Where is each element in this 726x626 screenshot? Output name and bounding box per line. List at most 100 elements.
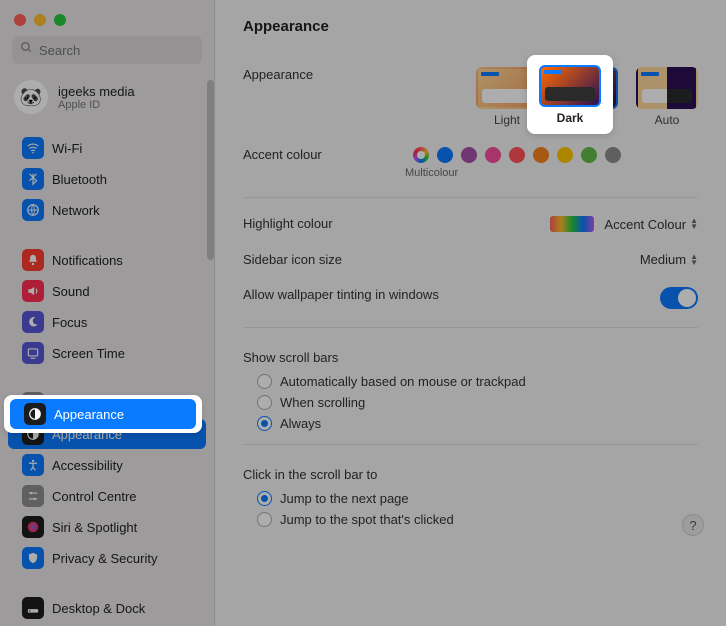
scrollbar-option-label: Always [280, 416, 321, 431]
sidebar: 🐼 igeeks media Apple ID Wi-Fi Bluetooth Ne… [0, 0, 215, 626]
chevron-updown-icon: ▲▼ [690, 254, 698, 266]
accent-color-ffc600[interactable] [557, 147, 573, 163]
avatar: 🐼 [14, 80, 48, 114]
sidebar-item-focus[interactable]: Focus [8, 307, 206, 337]
privacy-icon [22, 547, 44, 569]
sidebar-item-label: Privacy & Security [52, 551, 157, 566]
highlight-swatch [550, 216, 594, 232]
accent-color-ff5257[interactable] [509, 147, 525, 163]
accent-color-f7821b[interactable] [533, 147, 549, 163]
scrollbar-option[interactable]: Always [243, 413, 698, 434]
highlight-label: Highlight colour [243, 216, 413, 231]
close-button[interactable] [14, 14, 26, 26]
accent-color-a550a7[interactable] [461, 147, 477, 163]
sidebar-size-value: Medium [640, 252, 686, 267]
sidebar-item-label: Screen Time [52, 346, 125, 361]
sidebar-item-label: Appearance [54, 407, 124, 422]
accent-color-f74f9e[interactable] [485, 147, 501, 163]
scrollbar-track[interactable] [207, 80, 214, 626]
focus-icon [22, 311, 44, 333]
scrollbar-thumb[interactable] [207, 80, 214, 260]
radio-icon [257, 491, 272, 506]
scrollbar-option-label: Automatically based on mouse or trackpad [280, 374, 526, 389]
accent-label: Accent colour [243, 147, 413, 162]
appearance-icon [24, 403, 46, 425]
sidebar-list: Wi-Fi Bluetooth Network Notifications Sound F… [0, 128, 214, 626]
accent-colors [413, 147, 621, 163]
main-panel: Appearance Appearance LightDarkAuto Acce… [215, 0, 726, 626]
radio-icon [257, 416, 272, 431]
help-button[interactable]: ? [682, 514, 704, 536]
accent-color-multi[interactable] [413, 147, 429, 163]
highlight-appearance-sidebar: Appearance [4, 395, 202, 433]
highlight-value: Accent Colour [604, 217, 686, 232]
sidebar-item-label: Sound [52, 284, 90, 299]
chevron-updown-icon: ▲▼ [690, 218, 698, 230]
sidebar-item-screen-time[interactable]: Screen Time [8, 338, 206, 368]
theme-label: Light [494, 113, 520, 127]
accent-color-62ba46[interactable] [581, 147, 597, 163]
search-input[interactable] [39, 43, 194, 58]
scrollbar-option-label: When scrolling [280, 395, 365, 410]
sidebar-size-dropdown[interactable]: Medium ▲▼ [640, 252, 698, 267]
theme-thumb-dark[interactable] [539, 65, 601, 107]
siri-icon [22, 516, 44, 538]
sidebar-item-siri-spotlight[interactable]: Siri & Spotlight [8, 512, 206, 542]
accent-row: Accent colour Multicolour [243, 137, 698, 189]
control-icon [22, 485, 44, 507]
accent-color-8c8c8c[interactable] [605, 147, 621, 163]
sidebar-item-desktop-dock[interactable]: Desktop & Dock [8, 593, 206, 623]
sidebar-item-label: Desktop & Dock [52, 601, 145, 616]
sidebar-item-label: Focus [52, 315, 87, 330]
sidebar-item-bluetooth[interactable]: Bluetooth [8, 164, 206, 194]
accessibility-icon [22, 454, 44, 476]
page-title: Appearance [243, 18, 698, 35]
desktop-icon [22, 597, 44, 619]
highlight-dark-option: Dark [527, 55, 613, 134]
scrollbar-option[interactable]: Automatically based on mouse or trackpad [243, 371, 698, 392]
sidebar-item-wi-fi[interactable]: Wi-Fi [8, 133, 206, 163]
bell-icon [22, 249, 44, 271]
account-name: igeeks media [58, 84, 135, 99]
theme-label-dark: Dark [557, 111, 584, 125]
network-icon [22, 199, 44, 221]
sidebar-size-label: Sidebar icon size [243, 252, 413, 267]
accent-color-0a7aff[interactable] [437, 147, 453, 163]
sidebar-size-row: Sidebar icon size Medium ▲▼ [243, 242, 698, 277]
appearance-row: Appearance LightDarkAuto [243, 57, 698, 137]
clickscroll-option-label: Jump to the spot that's clicked [280, 512, 454, 527]
click-scroll-label: Click in the scroll bar to [243, 453, 698, 488]
sidebar-item-label: Network [52, 203, 100, 218]
sound-icon [22, 280, 44, 302]
account-sub: Apple ID [58, 99, 135, 111]
highlight-row: Highlight colour Accent Colour ▲▼ [243, 206, 698, 242]
settings-window: 🐼 igeeks media Apple ID Wi-Fi Bluetooth Ne… [0, 0, 726, 626]
scrollbar-option[interactable]: When scrolling [243, 392, 698, 413]
zoom-button[interactable] [54, 14, 66, 26]
tinting-label: Allow wallpaper tinting in windows [243, 287, 660, 302]
radio-icon [257, 374, 272, 389]
highlight-dropdown[interactable]: Accent Colour ▲▼ [550, 216, 698, 232]
sidebar-item-label: Accessibility [52, 458, 123, 473]
search-field[interactable] [12, 36, 202, 64]
bluetooth-icon [22, 168, 44, 190]
clickscroll-option[interactable]: Jump to the next page [243, 488, 698, 509]
radio-icon [257, 512, 272, 527]
tinting-toggle[interactable] [660, 287, 698, 309]
sidebar-item-control-centre[interactable]: Control Centre [8, 481, 206, 511]
theme-label: Auto [655, 113, 680, 127]
sidebar-item-label: Notifications [52, 253, 123, 268]
sidebar-item-appearance[interactable]: Appearance [10, 399, 196, 429]
sidebar-item-network[interactable]: Network [8, 195, 206, 225]
sidebar-item-sound[interactable]: Sound [8, 276, 206, 306]
accent-selected-label: Multicolour [405, 167, 458, 179]
sidebar-item-label: Bluetooth [52, 172, 107, 187]
minimize-button[interactable] [34, 14, 46, 26]
clickscroll-option[interactable]: Jump to the spot that's clicked [243, 509, 698, 530]
screentime-icon [22, 342, 44, 364]
theme-option-auto[interactable]: Auto [636, 67, 698, 127]
sidebar-item-privacy-security[interactable]: Privacy & Security [8, 543, 206, 573]
sidebar-item-accessibility[interactable]: Accessibility [8, 450, 206, 480]
account-row[interactable]: 🐼 igeeks media Apple ID [0, 74, 214, 128]
sidebar-item-notifications[interactable]: Notifications [8, 245, 206, 275]
